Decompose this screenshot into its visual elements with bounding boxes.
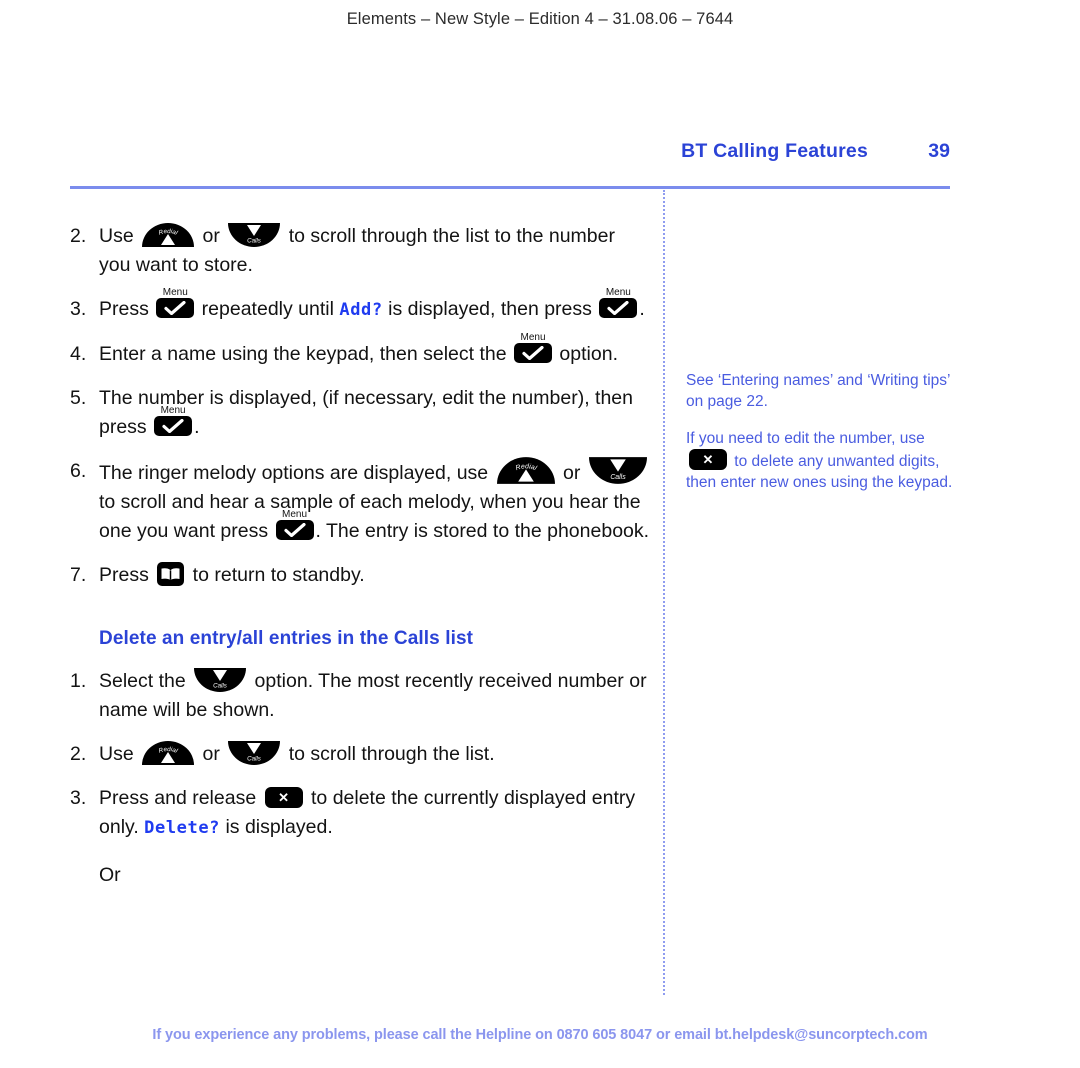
step-number: 3. [70,298,87,320]
menu-key-label: Menu [520,332,546,343]
body-text: to scroll through the list. [283,743,495,765]
menu-key-icon: Menu [514,332,553,363]
chapter-title: BT Calling Features [681,140,868,162]
body-text: to return to standby. [187,564,365,586]
calls-key-icon: Calls [228,741,281,765]
body-text: Press and release [99,787,262,809]
margin-notes-sidebar: See ‘Entering names’ and ‘Writing tips’ … [686,370,956,509]
numbered-step: 3. Press Menu repeatedly until Add? is di… [70,287,650,325]
x-glyph: ✕ [702,452,714,467]
body-text: option. [554,343,618,365]
body-text: Press [99,298,155,320]
menu-key-label: Menu [282,509,308,520]
body-text: is displayed, then press [382,298,598,320]
body-text: Select the [99,670,192,692]
body-text: If you need to edit the number, use [686,430,925,447]
body-text: or [197,743,226,765]
numbered-step: 7. Press to return to standby. [70,561,650,590]
step-number: 6. [70,460,87,482]
svg-text:Calls: Calls [247,756,261,763]
menu-key-icon: Menu [275,509,314,540]
svg-text:Calls: Calls [610,474,626,481]
step-number: 5. [70,387,87,409]
step-text: The number is displayed, (if necessary, … [99,384,650,442]
numbered-step: 5. The number is displayed, (if necessary… [70,384,650,442]
or-label: Or [99,864,121,886]
numbered-step: 4. Enter a name using the keypad, then se… [70,332,650,369]
page-footer: If you experience any problems, please c… [152,1027,928,1043]
main-content-column: 2. Use Redial or Calls to scroll through … [70,222,650,890]
calls-key-icon: Calls [588,457,647,484]
step-number: 2. [70,225,87,247]
numbered-step-list-continued: 2. Use Redial or Calls to scroll through … [70,222,650,590]
menu-key-icon: Menu [154,405,193,436]
step-text: Press Menu repeatedly until Add? is disp… [99,287,650,325]
body-text: . [639,298,645,320]
body-text: Use [99,225,140,247]
body-text: . The entry is stored to the phonebook. [315,520,650,542]
numbered-step-list-delete: 1. Select the Calls option. The most rece… [70,667,650,843]
body-text: See ‘Entering names’ and ‘Writing tips’ … [686,372,950,410]
step-text: The ringer melody options are displayed,… [99,457,650,546]
step-text: Enter a name using the keypad, then sele… [99,332,650,369]
body-text: or [197,225,226,247]
lcd-display-text: Delete? [144,818,221,838]
menu-key-icon: Menu [156,287,195,318]
body-text: The ringer melody options are displayed,… [99,462,494,484]
page-number: 39 [928,140,950,162]
step-text: Press and release ✕ to delete the curren… [99,784,650,843]
numbered-step: 6. The ringer melody options are displaye… [70,457,650,546]
redial-key-icon: Redial [496,457,555,484]
body-text: Press [99,564,155,586]
step-text: Select the Calls option. The most recent… [99,667,650,725]
calls-key-icon: Calls [194,668,247,692]
body-text: . [194,416,200,438]
step-text: Use Redial or Calls to scroll through th… [99,740,650,769]
x-glyph: ✕ [278,790,290,805]
svg-text:Calls: Calls [213,683,227,690]
menu-key-label: Menu [160,405,186,416]
body-text: is displayed. [220,816,333,838]
menu-key-label: Menu [162,287,188,298]
body-text: Enter a name using the keypad, then sele… [99,343,513,365]
svg-text:Calls: Calls [247,238,261,245]
delete-key-icon: ✕ [264,787,303,808]
column-divider [663,190,665,995]
step-number: 7. [70,564,87,586]
redial-key-icon: Redial [142,741,195,765]
delete-key-icon: ✕ [689,449,727,470]
step-number: 2. [70,743,87,765]
step-text: Use Redial or Calls to scroll through th… [99,222,650,280]
menu-key-label: Menu [605,287,631,298]
body-text: or [557,462,586,484]
section-heading: Delete an entry/all entries in the Calls… [99,628,474,649]
margin-note: See ‘Entering names’ and ‘Writing tips’ … [686,370,956,412]
body-text: repeatedly until [196,298,340,320]
body-text: Use [99,743,140,765]
step-number: 3. [70,787,87,809]
lcd-display-text: Add? [339,300,383,320]
step-number: 4. [70,343,87,365]
step-text: Press to return to standby. [99,561,650,590]
header-rule [70,186,950,189]
redial-key-icon: Redial [142,223,195,247]
page-header: BT Calling Features 39 [70,140,950,163]
numbered-step: 2. Use Redial or Calls to scroll through … [70,222,650,280]
running-head: Elements – New Style – Edition 4 – 31.08… [346,10,734,28]
phonebook-key-icon [157,562,185,586]
numbered-step: 1. Select the Calls option. The most rece… [70,667,650,725]
numbered-step: 2. Use Redial or Calls to scroll through … [70,740,650,769]
numbered-step: 3. Press and release ✕ to delete the curr… [70,784,650,843]
menu-key-icon: Menu [599,287,638,318]
calls-key-icon: Calls [228,223,281,247]
margin-note: If you need to edit the number, use ✕ to… [686,428,956,493]
step-number: 1. [70,670,87,692]
